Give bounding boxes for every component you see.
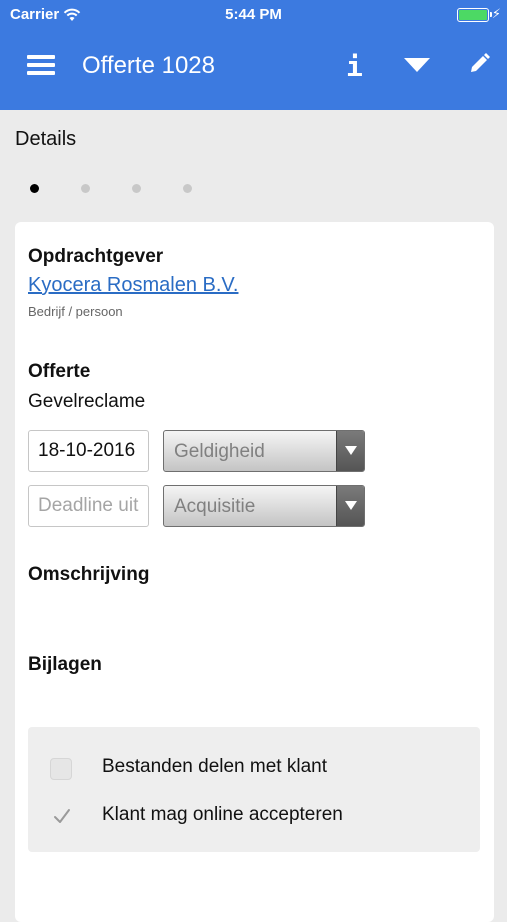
- attachment-options: Bestanden delen met klant Klant mag onli…: [28, 727, 480, 852]
- section-title: Details: [15, 128, 77, 150]
- option-label: Klant mag online accepteren: [102, 804, 343, 825]
- details-card: Opdrachtgever Kyocera Rosmalen B.V. Bedr…: [15, 222, 494, 922]
- page-dot[interactable]: [81, 184, 90, 193]
- deadline-field[interactable]: [28, 485, 149, 527]
- info-icon[interactable]: i: [346, 50, 363, 83]
- checkbox-unchecked[interactable]: [50, 758, 72, 780]
- date-field[interactable]: [28, 430, 149, 472]
- charging-icon: ⚡: [491, 6, 501, 21]
- page-indicator: [30, 184, 192, 193]
- page-dot[interactable]: [30, 184, 39, 193]
- check-icon[interactable]: [51, 805, 73, 827]
- status-bar: Carrier 5:44 PM ⚡: [0, 0, 507, 30]
- select-arrow-icon: [336, 486, 364, 526]
- validity-select[interactable]: Geldigheid: [163, 430, 365, 472]
- menu-icon[interactable]: [27, 55, 55, 75]
- client-subtitle: Bedrijf / persoon: [28, 304, 123, 319]
- attachments-heading: Bijlagen: [28, 654, 102, 675]
- offer-heading: Offerte: [28, 361, 91, 382]
- page-dot[interactable]: [132, 184, 141, 193]
- app-header: Carrier 5:44 PM ⚡ Offerte 1028 i: [0, 0, 507, 110]
- option-label: Bestanden delen met klant: [102, 756, 327, 777]
- share-files-option[interactable]: Bestanden delen met klant: [28, 747, 480, 787]
- status-time: 5:44 PM: [225, 6, 282, 23]
- edit-icon[interactable]: [468, 53, 490, 75]
- page-title: Offerte 1028: [82, 52, 215, 79]
- phase-select[interactable]: Acquisitie: [163, 485, 365, 527]
- toolbar: Offerte 1028 i: [0, 40, 507, 92]
- dropdown-icon[interactable]: [404, 58, 430, 72]
- online-accept-option[interactable]: Klant mag online accepteren: [28, 795, 480, 835]
- phase-select-value: Acquisitie: [174, 496, 256, 517]
- battery-icon: [457, 8, 492, 22]
- validity-select-value: Geldigheid: [174, 441, 265, 462]
- select-arrow-icon: [336, 431, 364, 471]
- client-heading: Opdrachtgever: [28, 246, 164, 267]
- client-link[interactable]: Kyocera Rosmalen B.V.: [28, 274, 238, 297]
- page-dot[interactable]: [183, 184, 192, 193]
- description-heading: Omschrijving: [28, 564, 150, 585]
- offer-value: Gevelreclame: [28, 391, 146, 412]
